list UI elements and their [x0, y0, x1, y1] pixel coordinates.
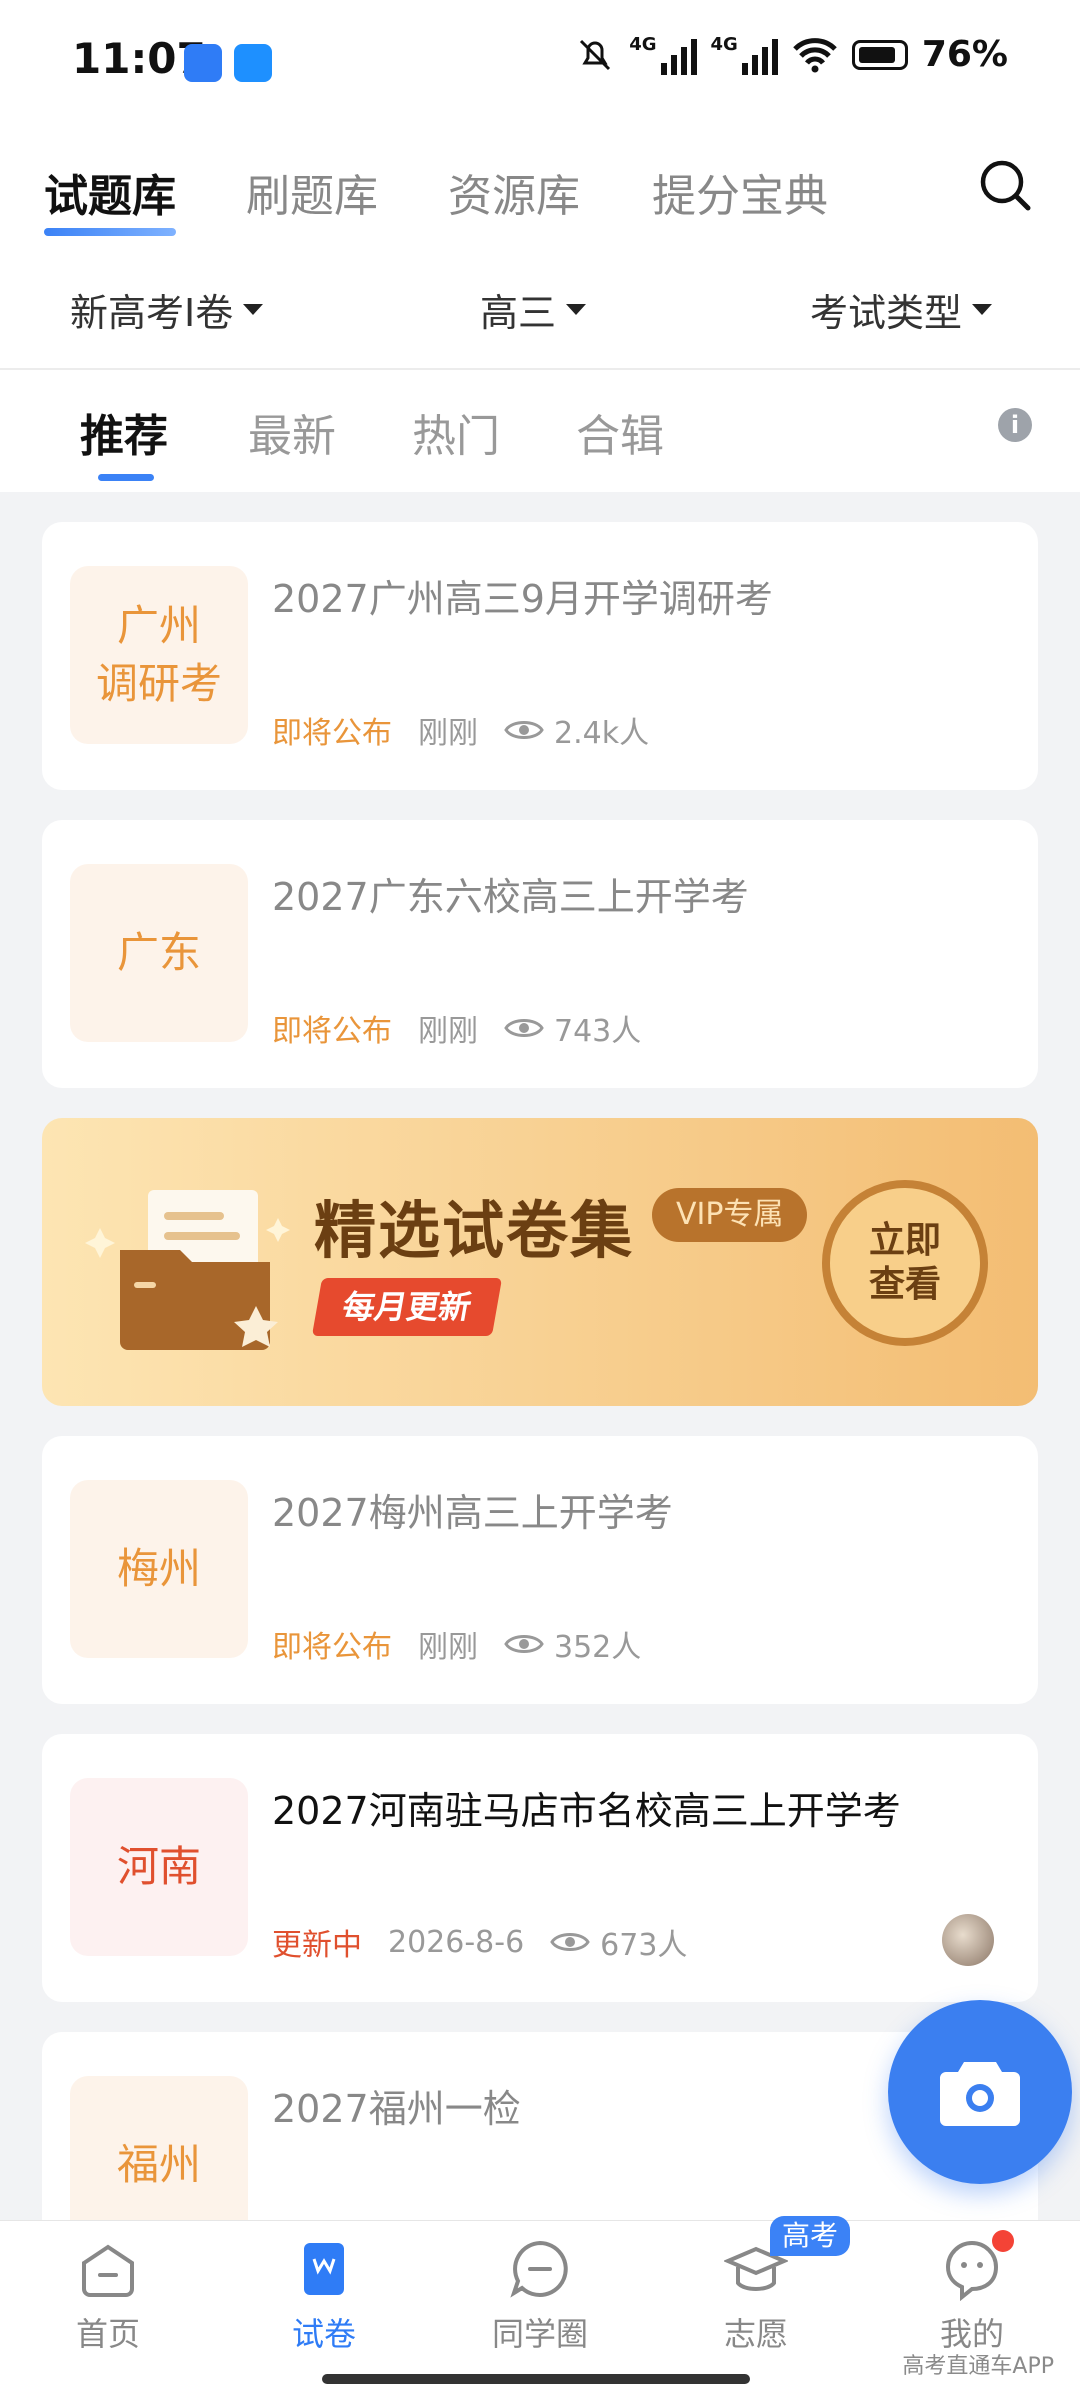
paper-title: 2027梅州高三上开学考: [272, 1491, 673, 1535]
signal-icon: [660, 35, 697, 75]
battery-percent: 76%: [921, 34, 1008, 75]
app-notification-icon: [184, 44, 222, 82]
notification-dot: [992, 2230, 1014, 2252]
nav-home-label: 首页: [75, 2315, 140, 2353]
vip-collection-banner[interactable]: 精选试卷集 VIP专属 每月更新 立即 查看: [42, 1118, 1038, 1406]
paper-meta: 即将公布 刚刚 743人: [272, 1006, 641, 1050]
caret-down-icon: [972, 304, 993, 315]
filter-paper-type[interactable]: 新高考Ⅰ卷: [70, 282, 264, 337]
tab-popular[interactable]: 热门: [412, 400, 500, 464]
paper-meta: 即将公布 刚刚 2.4k人: [272, 708, 649, 752]
filter-grade[interactable]: 高三: [480, 282, 587, 337]
sub-tabs: 推荐 最新 热门 合辑 i: [0, 370, 1080, 492]
filter-exam-type-label: 考试类型: [810, 291, 963, 335]
active-tab-indicator: [44, 228, 176, 236]
region-badge: 广东: [70, 864, 248, 1042]
region-badge: 梅州: [70, 1480, 248, 1658]
paper-icon: [304, 2243, 344, 2295]
network-label-2: 4G: [710, 34, 738, 55]
filter-grade-label: 高三: [480, 291, 557, 335]
eye-icon: [550, 1933, 590, 1951]
views: 743人: [504, 1006, 641, 1050]
paper-card[interactable]: 广东 2027广东六校高三上开学考 即将公布 刚刚 743人: [42, 820, 1038, 1088]
view-count: 2.4k人: [554, 716, 650, 751]
view-now-button[interactable]: 立即 查看: [822, 1180, 988, 1346]
filter-paper-type-label: 新高考Ⅰ卷: [70, 291, 234, 335]
nav-papers[interactable]: 试卷: [244, 2237, 404, 2355]
view-count: 673人: [600, 1928, 688, 1963]
eye-icon: [504, 1635, 544, 1653]
header: 11:07 4G 4G 76% 试题库 刷题库 资源库 提分宝典 新高考Ⅰ卷 高…: [0, 0, 1080, 370]
eye-icon: [504, 721, 544, 739]
views: 2.4k人: [504, 708, 649, 752]
paper-title: 2027广东六校高三上开学考: [272, 875, 749, 919]
caret-down-icon: [243, 304, 264, 315]
status-label: 即将公布: [272, 1014, 392, 1049]
status-icons: 4G 4G 76%: [575, 34, 1008, 75]
tab-latest[interactable]: 最新: [248, 400, 336, 464]
paper-title: 2027广州高三9月开学调研考: [272, 577, 773, 621]
home-icon: [82, 2244, 134, 2297]
status-label: 即将公布: [272, 716, 392, 751]
gaokao-badge: 高考: [770, 2216, 851, 2256]
mute-icon: [580, 39, 611, 70]
app-notification-icon-2: [234, 44, 272, 82]
banner-title: 精选试卷集: [314, 1194, 635, 1267]
camera-icon: [940, 2062, 1020, 2126]
monthly-update-tag: 每月更新: [311, 1278, 503, 1336]
tab-resource-bank[interactable]: 资源库: [448, 160, 580, 224]
paper-title: 2027福州一检: [272, 2087, 521, 2131]
vip-badge: VIP专属: [652, 1188, 808, 1242]
camera-search-button[interactable]: [888, 2000, 1072, 2184]
view-count: 743人: [554, 1014, 642, 1049]
signal-icon-2: [741, 35, 778, 75]
network-label: 4G: [629, 34, 657, 55]
tab-collection[interactable]: 合辑: [576, 400, 664, 464]
views: 673人: [550, 1920, 687, 1964]
region-badge: 广州 调研考: [70, 566, 248, 744]
nav-papers-label: 试卷: [291, 2315, 356, 2353]
paper-meta: 更新中 2026-8-6 673人: [272, 1920, 687, 1964]
watermark: 高考直通车APP: [902, 2354, 1054, 2379]
avatar: [942, 1914, 994, 1966]
nav-volunteer-label: 志愿: [723, 2315, 788, 2353]
status-label: 即将公布: [272, 1630, 392, 1665]
paper-card[interactable]: 广州 调研考 2027广州高三9月开学调研考 即将公布 刚刚 2.4k人: [42, 522, 1038, 790]
chat-bubble-icon: [510, 2240, 568, 2298]
filter-exam-type[interactable]: 考试类型: [810, 282, 993, 337]
time-label: 刚刚: [418, 1630, 478, 1665]
tab-question-bank[interactable]: 试题库: [44, 160, 176, 224]
wifi-icon: [793, 37, 837, 72]
battery-icon: [851, 39, 908, 70]
time-label: 刚刚: [418, 716, 478, 751]
view-count: 352人: [554, 1630, 642, 1665]
paper-meta: 即将公布 刚刚 352人: [272, 1622, 641, 1666]
paper-title: 2027河南驻马店市名校高三上开学考: [272, 1789, 901, 1833]
nav-classmates-circle-label: 同学圈: [491, 2315, 588, 2353]
views: 352人: [504, 1622, 641, 1666]
nav-home[interactable]: 首页: [28, 2237, 188, 2355]
status-label: 更新中: [272, 1928, 362, 1963]
region-badge: 河南: [70, 1778, 248, 1956]
time-label: 刚刚: [418, 1014, 478, 1049]
time-label: 2026-8-6: [388, 1924, 525, 1960]
info-icon[interactable]: i: [998, 408, 1032, 442]
tab-practice-bank[interactable]: 刷题库: [246, 160, 378, 224]
nav-mine[interactable]: 我的: [892, 2237, 1052, 2355]
caret-down-icon: [566, 304, 587, 315]
tab-recommended[interactable]: 推荐: [80, 400, 168, 464]
home-indicator[interactable]: [322, 2374, 750, 2384]
tab-score-guide[interactable]: 提分宝典: [652, 160, 828, 224]
folder-illustration-icon: [85, 1190, 290, 1350]
search-icon[interactable]: [978, 158, 1034, 214]
paper-card[interactable]: 梅州 2027梅州高三上开学考 即将公布 刚刚 352人: [42, 1436, 1038, 1704]
sub-tab-indicator: [98, 474, 154, 481]
nav-classmates-circle[interactable]: 同学圈: [460, 2237, 620, 2355]
paper-card[interactable]: 河南 2027河南驻马店市名校高三上开学考 更新中 2026-8-6 673人: [42, 1734, 1038, 2002]
eye-icon: [504, 1019, 544, 1037]
